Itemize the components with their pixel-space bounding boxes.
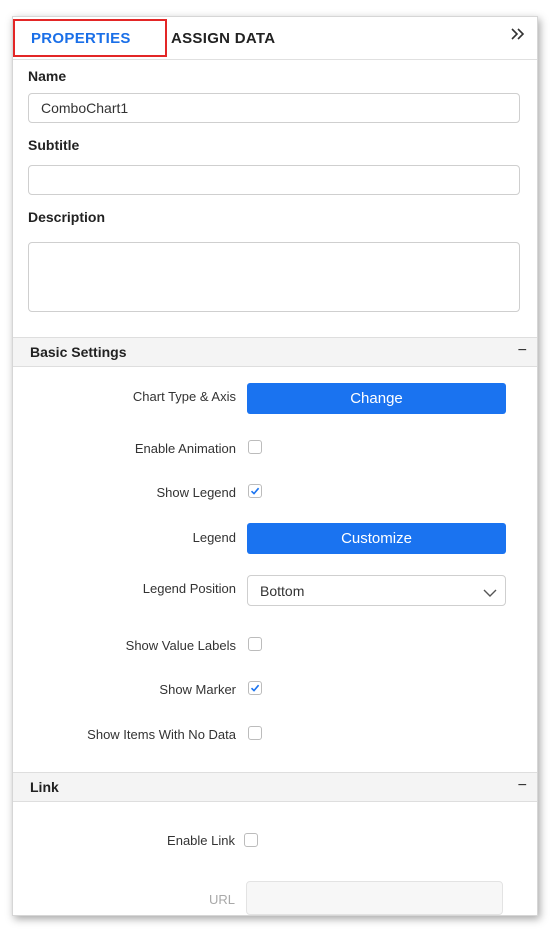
enable-animation-label: Enable Animation <box>134 441 236 456</box>
tab-assign-data-label: ASSIGN DATA <box>171 29 276 47</box>
legend-position-value: Bottom <box>260 583 305 599</box>
subtitle-label: Subtitle <box>28 137 80 153</box>
link-title: Link <box>30 779 59 795</box>
basic-settings-header[interactable]: Basic Settings − <box>13 337 537 367</box>
show-items-no-data-checkbox[interactable] <box>248 726 262 740</box>
tab-properties-label: PROPERTIES <box>31 29 131 47</box>
legend-label: Legend <box>192 530 236 545</box>
collapse-icon[interactable]: − <box>518 343 527 359</box>
checkmark-icon <box>250 487 260 495</box>
show-value-labels-label: Show Value Labels <box>125 638 236 653</box>
url-input[interactable] <box>246 881 503 915</box>
show-items-no-data-label: Show Items With No Data <box>87 727 236 742</box>
enable-animation-checkbox[interactable] <box>248 440 262 454</box>
show-legend-checkbox[interactable] <box>248 484 262 498</box>
enable-link-label: Enable Link <box>167 833 235 848</box>
chevron-down-icon <box>483 585 497 603</box>
show-marker-checkbox[interactable] <box>248 681 262 695</box>
properties-panel: PROPERTIES ASSIGN DATA Name Subtitle Des… <box>12 16 538 916</box>
collapse-icon[interactable]: − <box>518 778 527 794</box>
basic-settings-title: Basic Settings <box>30 344 127 360</box>
link-header[interactable]: Link − <box>13 772 537 802</box>
show-legend-label: Show Legend <box>156 485 236 500</box>
checkmark-icon <box>250 684 260 692</box>
tab-assign-data[interactable]: ASSIGN DATA <box>171 17 275 59</box>
customize-button[interactable]: Customize <box>247 523 506 554</box>
description-label: Description <box>28 209 106 225</box>
tab-properties[interactable]: PROPERTIES <box>13 17 168 59</box>
subtitle-input[interactable] <box>28 165 520 195</box>
tab-bar: PROPERTIES ASSIGN DATA <box>13 17 537 60</box>
legend-position-label: Legend Position <box>142 581 236 596</box>
name-input[interactable] <box>28 93 520 123</box>
legend-position-dropdown[interactable]: Bottom <box>247 575 506 606</box>
enable-link-checkbox[interactable] <box>244 833 258 847</box>
change-button[interactable]: Change <box>247 383 506 414</box>
url-label: URL <box>208 892 235 907</box>
name-label: Name <box>28 68 67 84</box>
show-marker-label: Show Marker <box>159 682 236 697</box>
collapse-panel-icon[interactable] <box>509 25 527 43</box>
chart-type-label: Chart Type & Axis <box>132 389 236 404</box>
show-value-labels-checkbox[interactable] <box>248 637 262 651</box>
description-textarea[interactable] <box>28 242 520 312</box>
